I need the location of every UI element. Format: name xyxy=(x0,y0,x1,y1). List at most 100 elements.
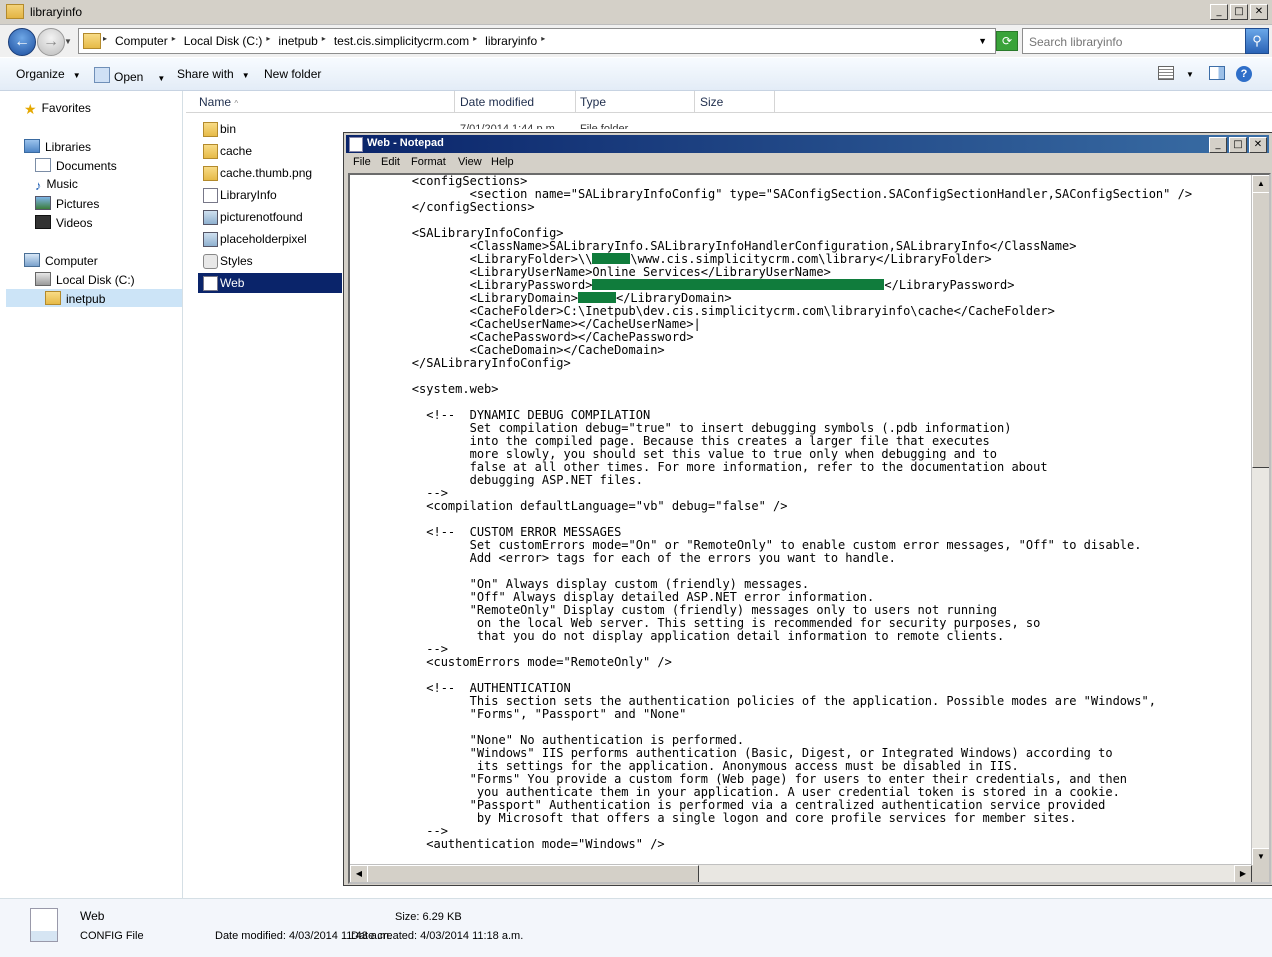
nav-computer[interactable]: Computer xyxy=(24,253,98,268)
navigation-pane: ★ Favorites Libraries Documents ♪ Music Pi… xyxy=(0,91,183,898)
notepad-text-area[interactable]: <configSections> <section name="SALibrar… xyxy=(348,173,1271,884)
notepad-close-button[interactable]: ✕ xyxy=(1249,137,1267,153)
back-button[interactable]: ← xyxy=(8,28,36,56)
column-size[interactable]: Size xyxy=(700,95,723,109)
chevron-down-icon[interactable]: ▼ xyxy=(978,36,987,46)
nav-label: Documents xyxy=(56,159,117,173)
music-icon: ♪ xyxy=(35,178,42,193)
config-text[interactable]: <configSections> <section name="SALibrar… xyxy=(354,175,1192,851)
chevron-right-icon[interactable]: ▸ xyxy=(322,34,332,48)
chevron-right-icon[interactable]: ▸ xyxy=(473,34,483,48)
file-row-styles[interactable]: Styles xyxy=(198,251,342,271)
share-with-button[interactable]: Share with ▼ xyxy=(177,67,250,81)
forward-button[interactable]: → xyxy=(37,28,65,56)
column-divider[interactable] xyxy=(694,91,695,112)
menu-edit[interactable]: Edit xyxy=(381,156,400,168)
column-divider[interactable] xyxy=(575,91,576,112)
column-date-modified[interactable]: Date modified xyxy=(460,95,534,109)
refresh-button[interactable]: ⟳ xyxy=(996,31,1018,51)
window-controls: _ □ ✕ xyxy=(1210,4,1268,20)
text-line: <system.web> xyxy=(354,382,499,396)
nav-label: Computer xyxy=(45,254,98,268)
text-segment: <LibraryDomain> xyxy=(354,291,578,305)
recent-pages-dropdown[interactable]: ▼ xyxy=(64,37,72,46)
menu-format[interactable]: Format xyxy=(411,156,446,168)
nav-music[interactable]: ♪ Music xyxy=(35,177,78,193)
chevron-right-icon[interactable]: ▸ xyxy=(172,34,182,48)
file-row-placeholderpixel[interactable]: placeholderpixel xyxy=(198,229,342,249)
address-bar: ← → ▼ ▸ Computer ▸ Local Disk (C:) ▸ ine… xyxy=(0,25,1272,57)
column-divider[interactable] xyxy=(454,91,455,112)
drive-icon xyxy=(35,272,51,286)
close-button[interactable]: ✕ xyxy=(1250,4,1268,20)
nav-videos[interactable]: Videos xyxy=(35,215,92,230)
breadcrumb[interactable]: ▸ Computer ▸ Local Disk (C:) ▸ inetpub ▸… xyxy=(78,28,996,54)
text-segment: </LibraryPassword> xyxy=(884,278,1015,292)
nav-favorites[interactable]: ★ Favorites xyxy=(24,101,91,118)
maximize-button[interactable]: □ xyxy=(1230,4,1248,20)
notepad-minimize-button[interactable]: _ xyxy=(1209,137,1227,153)
text-line: </configSections> xyxy=(354,200,535,214)
explorer-title-bar: libraryinfo _ □ ✕ xyxy=(0,0,1272,25)
file-row-web[interactable]: Web xyxy=(198,273,342,293)
folder-icon xyxy=(6,4,24,19)
search-box[interactable] xyxy=(1022,28,1246,54)
menu-file[interactable]: File xyxy=(353,156,371,168)
chevron-right-icon[interactable]: ▸ xyxy=(103,34,113,48)
chevron-right-icon[interactable]: ▸ xyxy=(541,34,551,48)
nav-libraries[interactable]: Libraries xyxy=(24,139,91,154)
scroll-up-icon[interactable]: ▲ xyxy=(1252,175,1269,193)
text-line: by Microsoft that offers a single logon … xyxy=(354,811,1077,825)
image-icon xyxy=(203,210,218,225)
breadcrumb-computer[interactable]: Computer xyxy=(113,34,172,48)
file-row-bin[interactable]: bin xyxy=(198,119,342,139)
minimize-button[interactable]: _ xyxy=(1210,4,1228,20)
scroll-left-icon[interactable]: ◀ xyxy=(350,865,368,882)
text-line: debugging ASP.NET files. xyxy=(354,473,643,487)
file-name: Web xyxy=(220,276,245,290)
breadcrumb-libraryinfo[interactable]: libraryinfo xyxy=(483,34,541,48)
breadcrumb-site[interactable]: test.cis.simplicitycrm.com xyxy=(332,34,473,48)
notepad-title-bar[interactable]: Web - Notepad _ □ ✕ xyxy=(346,135,1269,153)
horizontal-scrollbar[interactable]: ◀ ▶ xyxy=(350,864,1252,882)
redaction-block xyxy=(592,253,631,264)
organize-button[interactable]: Organize ▼ xyxy=(16,67,81,81)
file-row-cache[interactable]: cache xyxy=(198,141,342,161)
chevron-right-icon[interactable]: ▸ xyxy=(266,34,276,48)
new-folder-button[interactable]: New folder xyxy=(264,67,321,81)
nav-inetpub[interactable]: inetpub xyxy=(45,291,105,306)
file-row-libraryinfo[interactable]: LibraryInfo xyxy=(198,185,342,205)
preview-pane-icon[interactable] xyxy=(1209,66,1225,80)
folder-icon xyxy=(83,33,101,49)
change-view-icon[interactable] xyxy=(1158,66,1174,80)
file-name: cache xyxy=(220,144,253,158)
scroll-down-icon[interactable]: ▼ xyxy=(1252,848,1269,866)
scroll-right-icon[interactable]: ▶ xyxy=(1234,865,1252,882)
column-divider[interactable] xyxy=(774,91,775,112)
breadcrumb-local-disk[interactable]: Local Disk (C:) xyxy=(182,34,267,48)
breadcrumb-inetpub[interactable]: inetpub xyxy=(276,34,321,48)
file-name: LibraryInfo xyxy=(220,188,277,202)
chevron-down-icon[interactable]: ▼ xyxy=(1186,70,1194,79)
help-icon[interactable]: ? xyxy=(1236,66,1252,82)
column-label: Name xyxy=(199,95,232,109)
vertical-scroll-thumb[interactable] xyxy=(1252,192,1269,468)
column-type[interactable]: Type xyxy=(580,95,606,109)
file-icon xyxy=(203,188,218,203)
file-row-cache-thumb[interactable]: cache.thumb.png xyxy=(198,163,342,183)
nav-documents[interactable]: Documents xyxy=(35,158,117,173)
file-row-picturenotfound[interactable]: picturenotfound xyxy=(198,207,342,227)
menu-view[interactable]: View xyxy=(458,156,482,168)
nav-label: Favorites xyxy=(41,101,91,115)
search-icon[interactable]: ⚲ xyxy=(1245,28,1269,54)
nav-pictures[interactable]: Pictures xyxy=(35,196,99,211)
nav-local-disk[interactable]: Local Disk (C:) xyxy=(35,272,135,287)
open-button[interactable]: Open ▼ xyxy=(94,67,165,84)
vertical-scrollbar[interactable]: ▲ ▼ xyxy=(1251,175,1269,866)
scrollbar-corner xyxy=(1252,865,1269,882)
search-input[interactable] xyxy=(1027,31,1231,53)
notepad-maximize-button[interactable]: □ xyxy=(1229,137,1247,153)
menu-help[interactable]: Help xyxy=(491,156,514,168)
horizontal-scroll-thumb[interactable] xyxy=(367,865,699,882)
column-name[interactable]: Name ^ xyxy=(199,95,238,109)
